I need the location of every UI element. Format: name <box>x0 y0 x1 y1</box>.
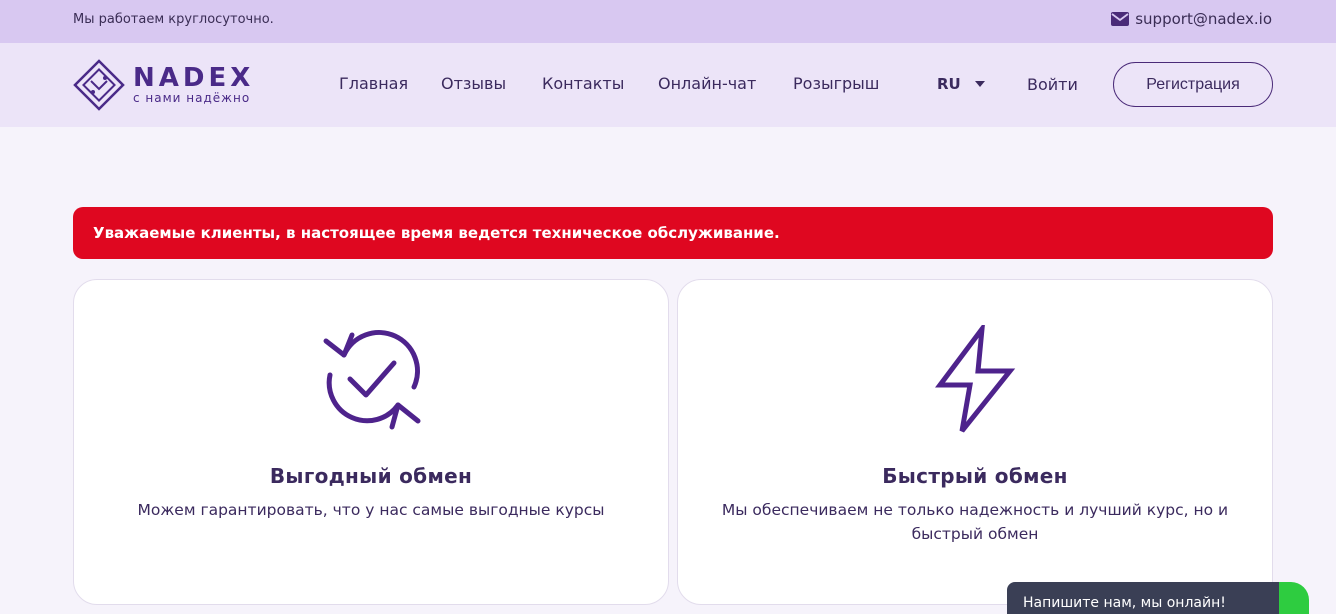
feature-card-profitable: Выгодный обмен Можем гарантировать, что … <box>73 279 669 605</box>
chat-widget[interactable]: Напишите нам, мы онлайн! <box>1007 582 1309 614</box>
working-hours: Мы работаем круглосуточно. <box>73 12 274 27</box>
chevron-down-icon <box>974 81 985 87</box>
card-title: Быстрый обмен <box>882 464 1068 488</box>
feature-card-fast: Быстрый обмен Мы обеспечиваем не только … <box>677 279 1273 605</box>
card-description: Мы обеспечиваем не только надежность и л… <box>721 501 1229 543</box>
logo[interactable]: NADEX с нами надёжно <box>73 59 254 111</box>
lightning-icon <box>935 325 1016 433</box>
support-email-text: support@nadex.io <box>1135 10 1272 28</box>
language-value: RU <box>937 75 961 93</box>
mail-icon <box>1111 12 1130 26</box>
language-selector[interactable]: RU <box>937 75 985 93</box>
refresh-check-icon <box>323 330 421 430</box>
register-button[interactable]: Регистрация <box>1113 62 1273 107</box>
card-description: Можем гарантировать, что у нас самые выг… <box>137 501 605 519</box>
card-title: Выгодный обмен <box>269 464 473 488</box>
login-link[interactable]: Войти <box>1027 75 1078 94</box>
logo-text: NADEX с нами надёжно <box>133 65 254 105</box>
nav-item-giveaway[interactable]: Розыгрыш <box>793 74 879 93</box>
maintenance-alert: Уважаемые клиенты, в настоящее время вед… <box>73 207 1273 259</box>
support-email-link[interactable]: support@nadex.io <box>1111 10 1272 28</box>
nav-item-online-chat[interactable]: Онлайн-чат <box>658 74 756 93</box>
brand-tagline: с нами надёжно <box>133 91 251 105</box>
header: NADEX с нами надёжно Главная Отзывы Конт… <box>0 43 1336 127</box>
chat-widget-text: Напишите нам, мы онлайн! <box>1023 595 1226 611</box>
nav-item-home[interactable]: Главная <box>339 74 408 93</box>
online-status-indicator <box>1279 582 1309 614</box>
alert-text: Уважаемые клиенты, в настоящее время вед… <box>93 224 780 242</box>
nadex-logo-icon <box>73 59 125 111</box>
nav-item-contacts[interactable]: Контакты <box>542 74 624 93</box>
brand-name: NADEX <box>133 63 255 93</box>
topbar: Мы работаем круглосуточно. support@nadex… <box>0 0 1336 43</box>
nav-item-reviews[interactable]: Отзывы <box>441 74 506 93</box>
